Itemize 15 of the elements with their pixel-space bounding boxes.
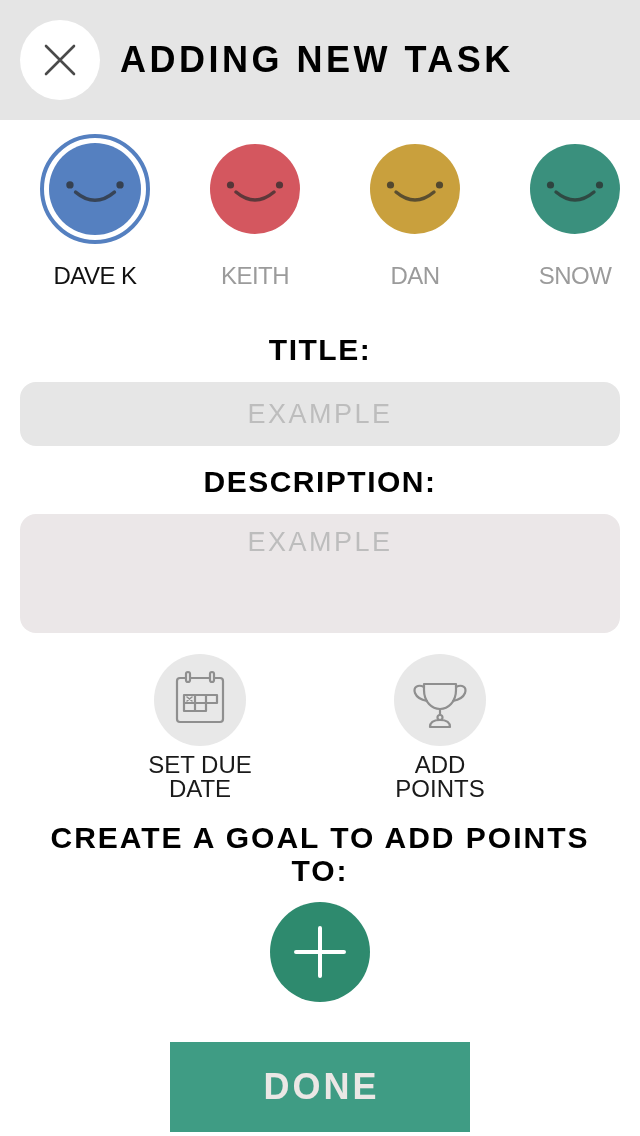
- assignee-button[interactable]: SNOW: [520, 134, 630, 290]
- field-label: DESCRIPTION:: [203, 465, 437, 499]
- calendar-icon: [154, 654, 246, 746]
- add-points-button[interactable]: ADD POINTS: [380, 654, 500, 801]
- trophy-icon: [394, 654, 486, 746]
- field-label: TITLE:: [268, 333, 372, 367]
- assignee-button[interactable]: DAN: [360, 134, 470, 290]
- screen-title: ADDING NEW TASK: [120, 39, 514, 81]
- goal-prompt: CREATE A GOAL TO ADD POINTS TO:: [49, 821, 591, 887]
- set-due-date-button[interactable]: SET DUE DATE: [140, 654, 260, 801]
- assignee-button[interactable]: DAVE K: [40, 134, 150, 290]
- assignee-button[interactable]: KEITH: [200, 134, 310, 290]
- close-icon: [44, 44, 76, 76]
- done-button[interactable]: DONE: [170, 1042, 470, 1132]
- plus-icon: [294, 926, 346, 978]
